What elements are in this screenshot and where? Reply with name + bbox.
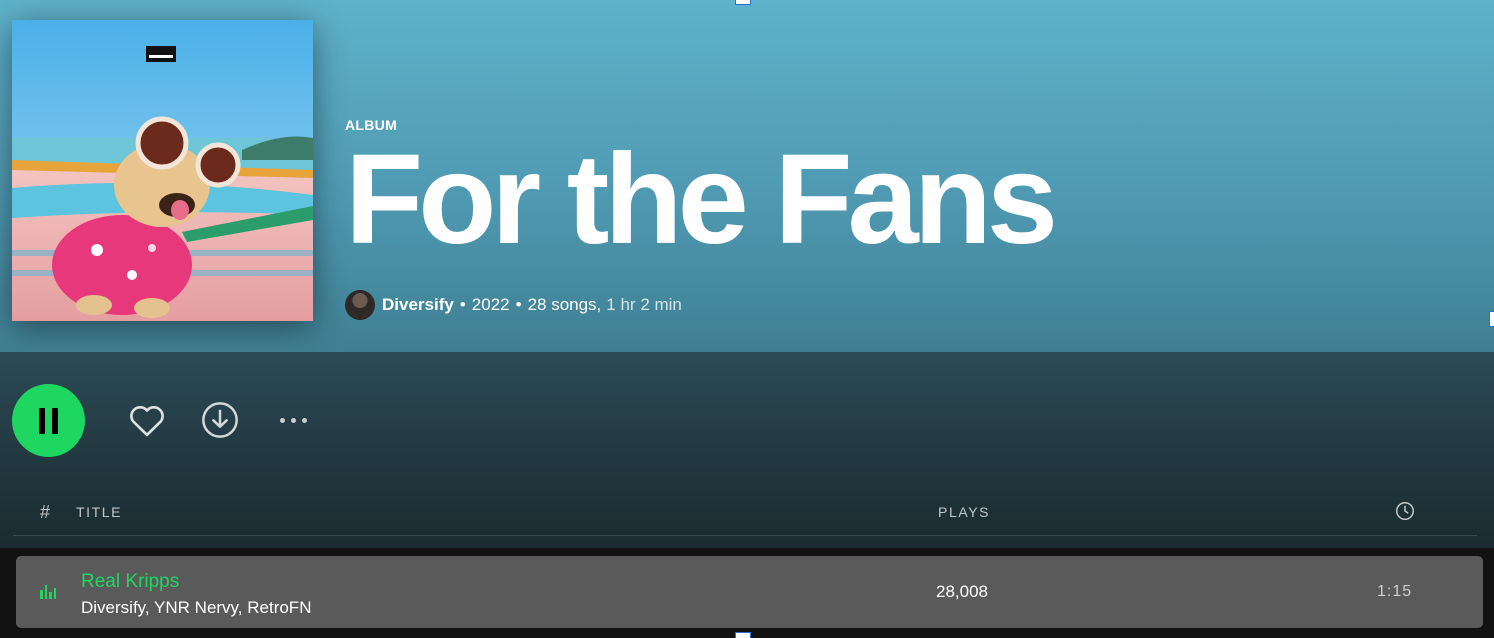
- clock-icon: [1396, 502, 1414, 520]
- artist-link[interactable]: Diversify: [382, 295, 454, 315]
- album-year: 2022: [471, 295, 510, 314]
- track-artists[interactable]: Diversify, YNR Nervy, RetroFN: [81, 598, 311, 618]
- pause-icon-bar: [52, 407, 58, 434]
- more-icon-dot: [290, 417, 296, 423]
- album-header: ALBUM For the Fans Diversify • 2022 • 28…: [0, 0, 1494, 352]
- column-number: #: [40, 502, 51, 522]
- meta-separator: •: [515, 295, 522, 314]
- now-playing-equalizer-icon: [40, 585, 56, 599]
- selection-handle-top[interactable]: [735, 0, 751, 5]
- heart-icon[interactable]: [126, 399, 168, 441]
- album-title: For the Fans: [345, 128, 1058, 271]
- track-duration: 1:15: [1377, 583, 1413, 600]
- more-icon: [279, 417, 285, 423]
- pause-button[interactable]: [12, 384, 85, 457]
- tracklist-header: # TITLE PLAYS: [13, 490, 1477, 536]
- pause-icon: [39, 407, 45, 434]
- track-row[interactable]: Real Kripps Diversify, YNR Nervy, RetroF…: [16, 556, 1483, 628]
- album-cover-image: [12, 20, 313, 321]
- more-icon-dot: [301, 417, 307, 423]
- track-title[interactable]: Real Kripps: [81, 571, 179, 593]
- meta-separator: •: [459, 295, 466, 314]
- selection-handle-right[interactable]: [1489, 311, 1494, 327]
- column-plays: PLAYS: [938, 504, 991, 520]
- album-duration: 1 hr 2 min: [606, 295, 682, 314]
- column-title: TITLE: [76, 504, 123, 520]
- download-icon[interactable]: [200, 400, 240, 440]
- more-options-button[interactable]: [272, 408, 314, 432]
- selection-handle-bottom[interactable]: [735, 632, 751, 638]
- track-plays: 28,008: [936, 582, 988, 601]
- album-song-count: 28 songs,: [527, 295, 602, 314]
- album-cover-art[interactable]: [12, 20, 313, 321]
- album-info: ALBUM For the Fans Diversify • 2022 • 28…: [345, 0, 1494, 352]
- album-meta: Diversify • 2022 • 28 songs, 1 hr 2 min: [345, 290, 682, 320]
- action-bar: # TITLE PLAYS: [0, 352, 1494, 548]
- artist-avatar[interactable]: [345, 290, 375, 320]
